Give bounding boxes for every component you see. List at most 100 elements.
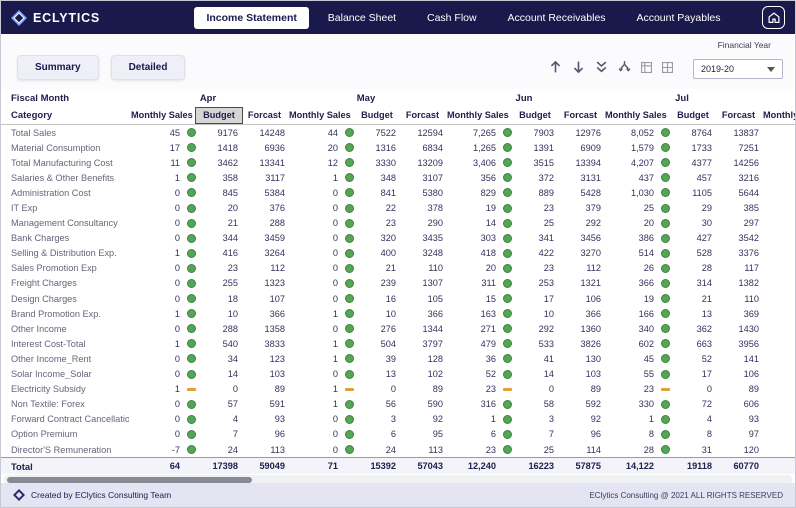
budget-cell: 17 bbox=[543, 293, 554, 304]
month-header-apr[interactable]: Apr bbox=[129, 93, 287, 104]
fiscal-month-corner-label: Fiscal Month bbox=[11, 92, 70, 104]
monthly-sales-cell: 479 bbox=[445, 339, 512, 349]
forcast-cell: 114 bbox=[586, 444, 601, 455]
row-category-label: Bank Charges bbox=[11, 233, 70, 244]
monthly-sales-cell: 0 bbox=[129, 233, 196, 243]
monthly-sales-cell: 0 bbox=[129, 263, 196, 273]
kpi-green-circle-icon bbox=[661, 218, 670, 228]
kpi-green-circle-icon bbox=[503, 309, 512, 319]
column-header-jul-monthly-sales[interactable]: Monthly Sales bbox=[603, 108, 670, 123]
financial-year-dropdown[interactable]: 2019-20 bbox=[693, 59, 783, 79]
monthly-sales-value: 12 bbox=[327, 157, 338, 168]
column-header-may-budget[interactable]: Budget bbox=[354, 108, 400, 123]
table-row[interactable]: Sales Promotion Exp 0 23 112 0 21 110 20 23 112 26… bbox=[1, 261, 795, 276]
forcast-cell: 14256 bbox=[733, 157, 759, 168]
column-header-apr-budget[interactable]: Budget bbox=[195, 107, 243, 124]
kpi-green-circle-icon bbox=[345, 445, 354, 455]
table-row[interactable]: Freight Charges 0 255 1323 0 239 1307 311 253 132… bbox=[1, 276, 795, 291]
monthly-sales-cell: 0 bbox=[287, 248, 354, 258]
monthly-sales-cell: 0 bbox=[287, 203, 354, 213]
table-row[interactable]: Interest Cost-Total 1 540 3833 1 504 3797 479 53… bbox=[1, 336, 795, 351]
go-to-next-level-double-arrow-icon[interactable] bbox=[595, 60, 608, 74]
table-row[interactable]: Bank Charges 0 344 3459 0 320 3435 303 341 3456 38… bbox=[1, 231, 795, 246]
monthly-sales-value: 316 bbox=[480, 399, 496, 410]
budget-cell: 889 bbox=[538, 187, 554, 198]
forcast-cell: 1382 bbox=[738, 278, 759, 289]
monthly-sales-value: 45 bbox=[169, 127, 180, 138]
table-row[interactable]: Total Sales 45 9176 14248 44 7522 12594 7,265 79… bbox=[1, 125, 795, 140]
kpi-green-circle-icon bbox=[503, 278, 512, 288]
column-header-may-forcast[interactable]: Forcast bbox=[400, 108, 445, 123]
kpi-green-circle-icon bbox=[661, 248, 670, 258]
table-row[interactable]: Administration Cost 0 845 5384 0 841 5380 829 88… bbox=[1, 185, 795, 200]
month-header-jul[interactable]: Jul bbox=[603, 93, 761, 104]
budget-cell: 20 bbox=[227, 203, 238, 214]
table-row[interactable]: Material Consumption 17 1418 6936 20 1316 6834… bbox=[1, 140, 795, 155]
tab-account-receivables[interactable]: Account Receivables bbox=[495, 7, 617, 29]
table-row[interactable]: Director'S Remuneration -7 24 113 0 24 113 23 25… bbox=[1, 442, 795, 457]
table-row[interactable]: Non Textile: Forex 0 57 591 1 56 590 316 58 592 33… bbox=[1, 397, 795, 412]
table-row[interactable]: Electricity Subsidy 1 0 89 1 0 89 23 0 89 23 0 89 bbox=[1, 382, 795, 397]
forcast-cell: 130 bbox=[585, 353, 601, 364]
table-row[interactable]: Other Income 0 288 1358 0 276 1344 271 292 1360 34… bbox=[1, 321, 795, 336]
tab-income-statement[interactable]: Income Statement bbox=[194, 6, 309, 29]
drill-up-arrow-icon[interactable] bbox=[549, 60, 562, 74]
table-row[interactable]: Brand Promotion Exp. 1 10 366 1 10 366 163 10 366… bbox=[1, 306, 795, 321]
budget-cell: 7522 bbox=[375, 127, 396, 138]
forcast-cell: 3797 bbox=[422, 338, 443, 349]
expand-all-fork-arrow-icon[interactable] bbox=[618, 60, 631, 74]
top-nav-bar: ECLYTICS Income Statement Balance Sheet … bbox=[1, 1, 795, 34]
month-header-may[interactable]: May bbox=[287, 93, 445, 104]
column-header-jul-budget[interactable]: Budget bbox=[670, 108, 716, 123]
summary-button[interactable]: Summary bbox=[17, 55, 99, 80]
table-row[interactable]: IT Exp 0 20 376 0 22 378 19 23 379 25 29 385 bbox=[1, 200, 795, 215]
monthly-sales-cell: 28 bbox=[603, 445, 670, 455]
column-header-jun-budget[interactable]: Budget bbox=[512, 108, 558, 123]
forcast-cell: 290 bbox=[427, 218, 443, 229]
monthly-sales-cell: 330 bbox=[603, 399, 670, 409]
tab-cash-flow[interactable]: Cash Flow bbox=[415, 7, 489, 29]
month-header-jun[interactable]: Jun bbox=[445, 93, 603, 104]
financial-year-label: Financial Year bbox=[717, 40, 771, 50]
table-row[interactable]: Management Consultancy 0 21 288 0 23 290 14 25 29… bbox=[1, 216, 795, 231]
kpi-green-circle-icon bbox=[503, 203, 512, 213]
table-row[interactable]: Total Manufacturing Cost 11 3462 13341 12 333… bbox=[1, 155, 795, 170]
row-category-label: Electricity Subsidy bbox=[11, 384, 86, 395]
monthly-sales-cell: 0 bbox=[287, 445, 354, 455]
matrix-mini-icon-2[interactable] bbox=[662, 61, 673, 73]
drill-down-arrow-icon[interactable] bbox=[572, 60, 585, 74]
column-header-jul-forcast[interactable]: Forcast bbox=[716, 108, 761, 123]
column-header-jun-monthly-sales[interactable]: Monthly Sales bbox=[445, 108, 512, 123]
budget-cell: 528 bbox=[696, 248, 712, 259]
tab-account-payables[interactable]: Account Payables bbox=[624, 7, 732, 29]
table-row[interactable]: Selling & Distribution Exp. 1 416 3264 0 400 3… bbox=[1, 246, 795, 261]
monthly-sales-value: 0 bbox=[332, 414, 338, 425]
horizontal-scrollbar-track[interactable] bbox=[4, 475, 792, 483]
total-budget-cell: 17398 bbox=[212, 461, 238, 472]
monthly-sales-cell: 12 bbox=[287, 158, 354, 168]
table-row[interactable]: Forward Contract Cancellation 0 4 93 0 3 92 1 3 9… bbox=[1, 412, 795, 427]
forcast-cell: 3216 bbox=[738, 172, 759, 183]
column-header-apr-forcast[interactable]: Forcast bbox=[242, 108, 287, 123]
table-row[interactable]: Other Income_Rent 0 34 123 1 39 128 36 41 130 45 52… bbox=[1, 351, 795, 366]
monthly-sales-cell: 1 bbox=[287, 339, 354, 349]
monthly-sales-value: 0 bbox=[332, 444, 338, 455]
table-row[interactable]: Option Premium 0 7 96 0 6 95 6 7 96 8 8 97 bbox=[1, 427, 795, 442]
horizontal-scrollbar-thumb[interactable] bbox=[7, 476, 252, 483]
detailed-button[interactable]: Detailed bbox=[110, 55, 186, 80]
monthly-sales-cell: 829 bbox=[445, 188, 512, 198]
home-button[interactable] bbox=[762, 6, 785, 29]
matrix-mini-icon-1[interactable] bbox=[641, 61, 652, 73]
table-row[interactable]: Design Charges 0 18 107 0 16 105 15 17 106 19 21 110 bbox=[1, 291, 795, 306]
forcast-cell: 120 bbox=[743, 444, 759, 455]
column-header-jun-forcast[interactable]: Forcast bbox=[558, 108, 603, 123]
table-row[interactable]: Salaries & Other Benefits 1 358 3117 1 348 310… bbox=[1, 170, 795, 185]
tab-balance-sheet[interactable]: Balance Sheet bbox=[316, 7, 408, 29]
monthly-sales-value: 0 bbox=[174, 399, 180, 410]
forcast-cell: 3826 bbox=[580, 338, 601, 349]
column-header-apr-monthly-sales[interactable]: Monthly Sales bbox=[129, 108, 196, 123]
budget-cell: 3 bbox=[548, 414, 554, 425]
table-row[interactable]: Solar Income_Solar 0 14 103 0 13 102 52 14 103 55 1… bbox=[1, 367, 795, 382]
column-header-may-monthly-sales[interactable]: Monthly Sales bbox=[287, 108, 354, 123]
budget-cell: 1105 bbox=[692, 187, 712, 198]
